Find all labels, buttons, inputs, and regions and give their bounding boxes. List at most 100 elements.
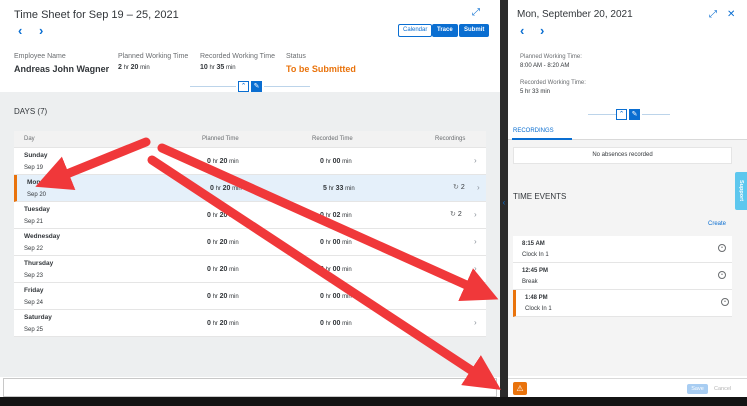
table-row[interactable]: Tuesday Sep 21 0 hr 20 min 0 hr 02 min ↻ 2 › [14,202,486,229]
col-recordings: Recordings [435,136,466,142]
prev-week-icon[interactable]: ‹ [18,24,28,37]
collapse-header-icon[interactable]: ⌃ [238,81,249,92]
table-row[interactable]: Thursday Sep 23 0 hr 20 min 0 hr 00 min › [14,256,486,283]
row-date: Sep 25 [24,327,44,333]
history-icon: ↻ [450,211,456,218]
submit-button[interactable]: Submit [459,24,490,37]
recordings-content: No absences recorded TIME EVENTS Create … [508,140,747,376]
event-kind: Clock In 1 [525,306,552,312]
row-date: Sep 23 [24,273,44,279]
header-divider-right [264,86,310,87]
row-day: Thursday [24,260,54,267]
day-detail-header: Mon, September 20, 2021 ‹ › ⤢ ✕ Planned … [508,0,747,126]
status-label: Status [286,53,306,60]
person-icon[interactable]: • [718,271,726,279]
chevron-right-icon[interactable]: › [474,156,477,165]
time-events-title: TIME EVENTS [513,192,567,201]
table-row[interactable]: Sunday Sep 19 0 hr 20 min 0 hr 00 min › [14,148,486,175]
row-day: Saturday [24,314,52,321]
row-recorded: 5 hr 33 min [323,185,355,192]
row-date: Sep 21 [24,219,44,225]
event-kind: Break [522,279,538,285]
cancel-button[interactable]: Cancel [714,384,731,394]
history-icon: ↻ [453,184,459,191]
chevron-right-icon[interactable]: › [474,237,477,246]
row-recorded: 0 hr 00 min [320,320,352,327]
recorded-label: Recorded Working Time: [520,80,586,86]
event-kind: Clock In 1 [522,252,549,258]
row-day: Friday [24,287,44,294]
list-item[interactable]: 12:45 PM Break • [513,263,732,290]
days-table: Day Planned Time Recorded Time Recording… [14,131,486,337]
table-row[interactable]: Friday Sep 24 0 hr 20 min 0 hr 00 min › [14,283,486,310]
col-planned: Planned Time [202,136,239,142]
col-day: Day [24,136,35,142]
planned-value: 8:00 AM - 8:20 AM [520,63,570,69]
right-footer-bar: ⚠ Save Cancel [508,378,747,397]
row-date: Sep 19 [24,165,44,171]
create-link[interactable]: Create [708,221,726,227]
row-day: Monday [27,179,52,186]
left-footer-bar [3,378,497,397]
row-planned: 0 hr 20 min [207,212,239,219]
expand-icon[interactable]: ⤢ [472,7,484,19]
event-time: 12:45 PM [522,268,549,274]
chevron-right-icon[interactable]: › [477,183,480,192]
next-day-icon[interactable]: › [540,24,550,37]
days-section: DAYS (7) Day Planned Time Recorded Time … [0,92,500,377]
employee-name: Andreas John Wagner [14,64,110,74]
row-planned: 0 hr 20 min [207,320,239,327]
recorded-time-value: 10 hr 35 min [200,64,236,71]
planned-label: Planned Working Time: [520,54,582,60]
time-events-list: 8:15 AM Clock In 1 • 12:45 PM Break • 1:48 PM C… [513,236,732,317]
collapse-side-icon[interactable]: ‹ [500,193,508,213]
row-planned: 0 hr 20 min [207,239,239,246]
collapse-detail-icon[interactable]: ⌃ [616,109,627,120]
table-row[interactable]: Monday Sep 20 0 hr 20 min 5 hr 33 min ↻ 2 › [14,175,486,202]
days-title: DAYS (7) [14,107,48,116]
chevron-right-icon[interactable]: › [474,318,477,327]
row-planned: 0 hr 20 min [210,185,242,192]
event-time: 8:15 AM [522,241,545,247]
chevron-right-icon[interactable]: › [474,291,477,300]
recorded-value: 5 hr 33 min [520,89,551,95]
event-time: 1:48 PM [525,295,548,301]
expand-icon[interactable]: ⤢ [709,9,721,21]
next-week-icon[interactable]: › [39,24,49,37]
calendar-button[interactable]: Calendar [398,24,433,37]
no-absences-message: No absences recorded [513,147,732,164]
day-title: Mon, September 20, 2021 [517,9,633,20]
table-header: Day Planned Time Recorded Time Recording… [14,131,486,148]
prev-day-icon[interactable]: ‹ [520,24,530,37]
row-day: Sunday [24,152,48,159]
row-planned: 0 hr 20 min [207,266,239,273]
detail-divider-right [642,114,670,115]
tab-recordings-label: RECORDINGS [513,128,554,134]
screenshot-stage: Time Sheet for Sep 19 – 25, 2021 ‹ › ⤢ C… [0,0,747,406]
day-detail-pane: Mon, September 20, 2021 ‹ › ⤢ ✕ Planned … [508,0,747,397]
list-item[interactable]: 1:48 PM Clock In 1 • [513,290,732,317]
person-icon[interactable]: • [721,298,729,306]
table-row[interactable]: Saturday Sep 25 0 hr 20 min 0 hr 00 min › [14,310,486,337]
row-planned: 0 hr 20 min [207,293,239,300]
support-tab[interactable]: Support [735,172,747,210]
person-icon[interactable]: • [718,244,726,252]
row-recorded: 0 hr 00 min [320,239,352,246]
tab-recordings[interactable]: RECORDINGS [508,126,747,140]
trace-button[interactable]: Trace [432,24,458,37]
timesheet-header: Time Sheet for Sep 19 – 25, 2021 ‹ › ⤢ C… [0,0,500,92]
row-day: Wednesday [24,233,61,240]
list-item[interactable]: 8:15 AM Clock In 1 • [513,236,732,263]
pin-icon[interactable]: ✎ [629,109,640,120]
recorded-time-label: Recorded Working Time [200,53,275,60]
pin-icon[interactable]: ✎ [251,81,262,92]
chevron-right-icon[interactable]: › [474,210,477,219]
row-recordings: ↻ 2 [450,211,462,218]
warning-icon[interactable]: ⚠ [513,382,527,395]
close-icon[interactable]: ✕ [727,9,739,21]
table-row[interactable]: Wednesday Sep 22 0 hr 20 min 0 hr 00 min › [14,229,486,256]
row-recorded: 0 hr 00 min [320,266,352,273]
chevron-right-icon[interactable]: › [474,264,477,273]
save-button[interactable]: Save [687,384,708,394]
status-value: To be Submitted [286,64,356,74]
